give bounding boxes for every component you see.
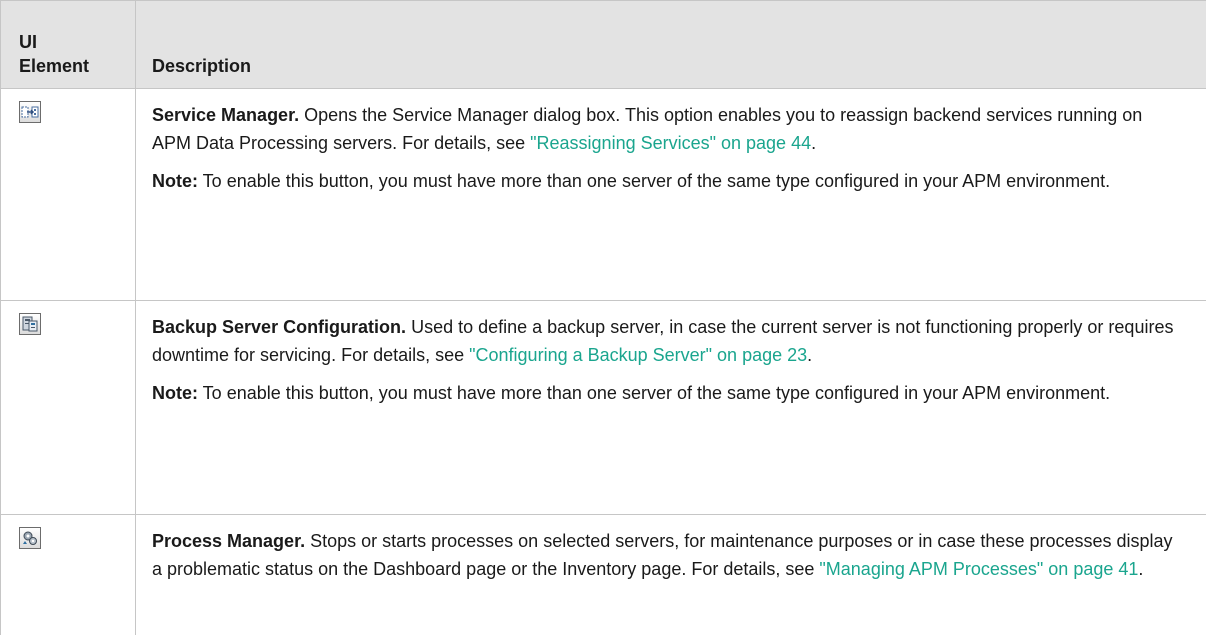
note-paragraph: Note: To enable this button, you must ha… [152, 167, 1184, 195]
description-paragraph: Service Manager. Opens the Service Manag… [152, 101, 1184, 157]
header-ui-line1: UI [19, 32, 37, 52]
note-text: To enable this button, you must have mor… [198, 171, 1110, 191]
note-label: Note: [152, 171, 198, 191]
row-after-link: . [1138, 559, 1143, 579]
row-title: Process Manager. [152, 531, 305, 551]
note-label: Note: [152, 383, 198, 403]
icon-cell [1, 89, 136, 301]
ui-element-table: UI Element Description S [0, 0, 1206, 635]
note-paragraph: Note: To enable this button, you must ha… [152, 379, 1184, 407]
icon-cell [1, 515, 136, 635]
header-ui-element: UI Element [1, 1, 136, 89]
row-title: Backup Server Configuration. [152, 317, 406, 337]
table-row: Service Manager. Opens the Service Manag… [1, 89, 1206, 301]
process-manager-icon[interactable] [19, 527, 41, 549]
header-description: Description [136, 1, 1206, 89]
row-title: Service Manager. [152, 105, 299, 125]
link-configuring-backup-server[interactable]: "Configuring a Backup Server" on page 23 [469, 345, 807, 365]
link-reassigning-services[interactable]: "Reassigning Services" on page 44 [530, 133, 811, 153]
description-cell: Process Manager. Stops or starts process… [136, 515, 1206, 635]
table-row: Backup Server Configuration. Used to def… [1, 301, 1206, 515]
service-manager-icon[interactable] [19, 101, 41, 123]
table-row: Process Manager. Stops or starts process… [1, 515, 1206, 635]
header-ui-line2: Element [19, 56, 89, 76]
description-cell: Backup Server Configuration. Used to def… [136, 301, 1206, 515]
icon-cell [1, 301, 136, 515]
link-managing-apm-processes[interactable]: "Managing APM Processes" on page 41 [819, 559, 1138, 579]
table-header-row: UI Element Description [1, 1, 1206, 89]
row-after-link: . [807, 345, 812, 365]
description-paragraph: Process Manager. Stops or starts process… [152, 527, 1184, 583]
description-paragraph: Backup Server Configuration. Used to def… [152, 313, 1184, 369]
description-cell: Service Manager. Opens the Service Manag… [136, 89, 1206, 301]
note-text: To enable this button, you must have mor… [198, 383, 1110, 403]
row-after-link: . [811, 133, 816, 153]
backup-server-icon[interactable] [19, 313, 41, 335]
